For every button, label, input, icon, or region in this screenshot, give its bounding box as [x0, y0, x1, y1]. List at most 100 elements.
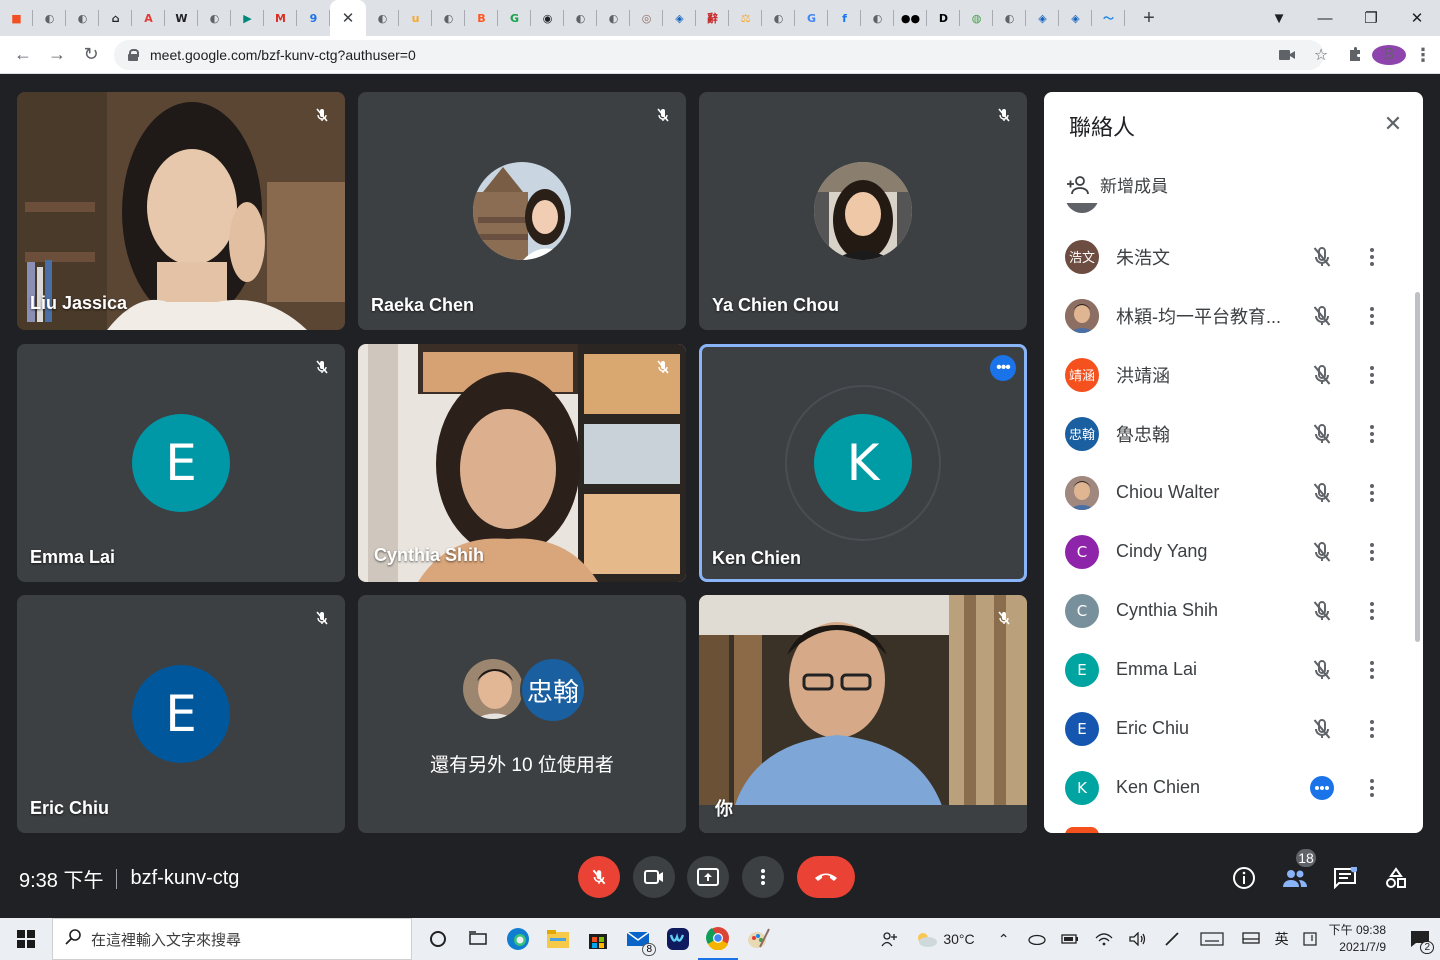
panel-scrollbar[interactable]: [1415, 292, 1420, 642]
browser-tab[interactable]: ◐: [597, 0, 630, 36]
browser-tab[interactable]: f: [828, 0, 861, 36]
close-window-button[interactable]: ✕: [1394, 0, 1440, 36]
participant-row[interactable]: 林穎-均一平台教育...: [1044, 286, 1423, 345]
more-vert-icon[interactable]: [1362, 540, 1382, 564]
browser-tab[interactable]: ◉: [531, 0, 564, 36]
participant-row[interactable]: 忠翰 魯忠翰: [1044, 404, 1423, 463]
edge-icon[interactable]: [498, 918, 538, 960]
chevron-up-icon[interactable]: ⌃: [989, 918, 1019, 960]
task-view-icon[interactable]: [458, 918, 498, 960]
paint-icon[interactable]: [738, 918, 778, 960]
more-vert-icon[interactable]: [1362, 245, 1382, 269]
browser-tab[interactable]: W: [165, 0, 198, 36]
browser-tab[interactable]: ●●: [894, 0, 927, 36]
more-vert-icon[interactable]: [1362, 776, 1382, 800]
muted-mic-icon[interactable]: [1310, 717, 1334, 741]
extensions-icon[interactable]: [1338, 47, 1372, 63]
participant-row[interactable]: K Ken Chien: [1044, 758, 1423, 817]
muted-mic-icon[interactable]: [1310, 245, 1334, 269]
taskbar-search-box[interactable]: 在這裡輸入文字來搜尋: [52, 918, 412, 960]
muted-mic-icon[interactable]: [1310, 481, 1334, 505]
participant-row[interactable]: E Emma Lai: [1044, 640, 1423, 699]
tab-search-icon[interactable]: ▼: [1256, 0, 1302, 36]
browser-tab[interactable]: G: [498, 0, 531, 36]
speaking-indicator-icon[interactable]: [1310, 775, 1334, 800]
participant-row[interactable]: 靖涵 洪靖涵: [1044, 345, 1423, 404]
pen-icon[interactable]: [1155, 918, 1189, 960]
webex-icon[interactable]: [658, 918, 698, 960]
more-vert-icon[interactable]: [1362, 304, 1382, 328]
participant-row[interactable]: C Cindy Yang: [1044, 522, 1423, 581]
windows-start-button[interactable]: [0, 918, 52, 960]
present-screen-button[interactable]: [687, 856, 729, 898]
browser-tab[interactable]: ◍: [960, 0, 993, 36]
browser-tab[interactable]: ◈: [663, 0, 696, 36]
participant-tile[interactable]: E Emma Lai: [17, 344, 345, 582]
store-icon[interactable]: [578, 918, 618, 960]
participant-row[interactable]: 浩文 朱浩文: [1044, 227, 1423, 286]
muted-mic-icon[interactable]: [1310, 658, 1334, 682]
wifi-icon[interactable]: [1087, 918, 1121, 960]
browser-tab[interactable]: ◐: [564, 0, 597, 36]
url-omnibox[interactable]: meet.google.com/bzf-kunv-ctg?authuser=0: [114, 40, 1324, 70]
browser-tab[interactable]: 〜: [1092, 0, 1125, 36]
participant-tile-speaking[interactable]: K ••• Ken Chien: [699, 344, 1027, 582]
more-vert-icon[interactable]: [1362, 717, 1382, 741]
more-options-button[interactable]: [742, 856, 784, 898]
browser-tab[interactable]: ■: [0, 0, 33, 36]
more-vert-icon[interactable]: [1362, 422, 1382, 446]
browser-tab[interactable]: ◐: [762, 0, 795, 36]
toggle-camera-button[interactable]: [633, 856, 675, 898]
participant-row[interactable]: E Eric Chiu: [1044, 699, 1423, 758]
chrome-menu-icon[interactable]: ⋮: [1406, 45, 1440, 66]
camera-in-use-icon[interactable]: [1270, 49, 1304, 61]
participant-tile[interactable]: E Eric Chiu: [17, 595, 345, 833]
activities-icon[interactable]: [1376, 858, 1416, 898]
browser-tab[interactable]: A: [132, 0, 165, 36]
participant-tile[interactable]: Liu Jassica: [17, 92, 345, 330]
browser-tab[interactable]: ◐: [198, 0, 231, 36]
browser-tab[interactable]: ⚖: [729, 0, 762, 36]
reload-button[interactable]: ↻: [74, 38, 108, 72]
cortana-icon[interactable]: [418, 918, 458, 960]
display-icon[interactable]: [1235, 918, 1267, 960]
browser-tab[interactable]: ◐: [66, 0, 99, 36]
notification-center-icon[interactable]: 2: [1400, 918, 1440, 960]
browser-tab[interactable]: ▶: [231, 0, 264, 36]
muted-mic-icon[interactable]: [1310, 540, 1334, 564]
ime-indicator[interactable]: 英: [1275, 929, 1289, 949]
participant-row[interactable]: Chiou Walter: [1044, 463, 1423, 522]
participant-tile[interactable]: Ya Chien Chou: [699, 92, 1027, 330]
browser-tab[interactable]: ◐: [861, 0, 894, 36]
people-tray-icon[interactable]: [869, 918, 909, 960]
close-panel-icon[interactable]: ✕: [1381, 111, 1405, 136]
touch-keyboard-icon[interactable]: [1189, 918, 1235, 960]
battery-icon[interactable]: [1053, 918, 1087, 960]
browser-tab[interactable]: 9: [297, 0, 330, 36]
file-explorer-icon[interactable]: [538, 918, 578, 960]
chrome-icon[interactable]: [698, 918, 738, 960]
participant-row[interactable]: C Cynthia Shih: [1044, 581, 1423, 640]
taskbar-clock[interactable]: 下午 09:38 2021/7/9: [1329, 922, 1386, 956]
close-tab-icon[interactable]: ✕: [342, 9, 355, 27]
browser-tab[interactable]: M: [264, 0, 297, 36]
participant-tile[interactable]: Raeka Chen: [358, 92, 686, 330]
browser-tab[interactable]: D: [927, 0, 960, 36]
browser-tab[interactable]: G: [795, 0, 828, 36]
browser-tab[interactable]: ⌂: [99, 0, 132, 36]
onedrive-icon[interactable]: [1019, 918, 1053, 960]
toggle-microphone-button[interactable]: [578, 856, 620, 898]
browser-tab[interactable]: B: [465, 0, 498, 36]
active-browser-tab[interactable]: ✕: [330, 0, 366, 36]
more-vert-icon[interactable]: [1362, 363, 1382, 387]
mail-icon[interactable]: 8: [618, 918, 658, 960]
browser-tab[interactable]: ◐: [993, 0, 1026, 36]
muted-mic-icon[interactable]: [1310, 599, 1334, 623]
new-tab-button[interactable]: +: [1131, 0, 1167, 36]
muted-mic-icon[interactable]: [1310, 422, 1334, 446]
bookmark-star-icon[interactable]: ☆: [1304, 45, 1338, 65]
more-options-icon[interactable]: •••: [990, 355, 1016, 381]
self-view-tile[interactable]: 你: [699, 595, 1027, 833]
minimize-button[interactable]: —: [1302, 0, 1348, 36]
ime-mode-icon[interactable]: [1297, 918, 1323, 960]
